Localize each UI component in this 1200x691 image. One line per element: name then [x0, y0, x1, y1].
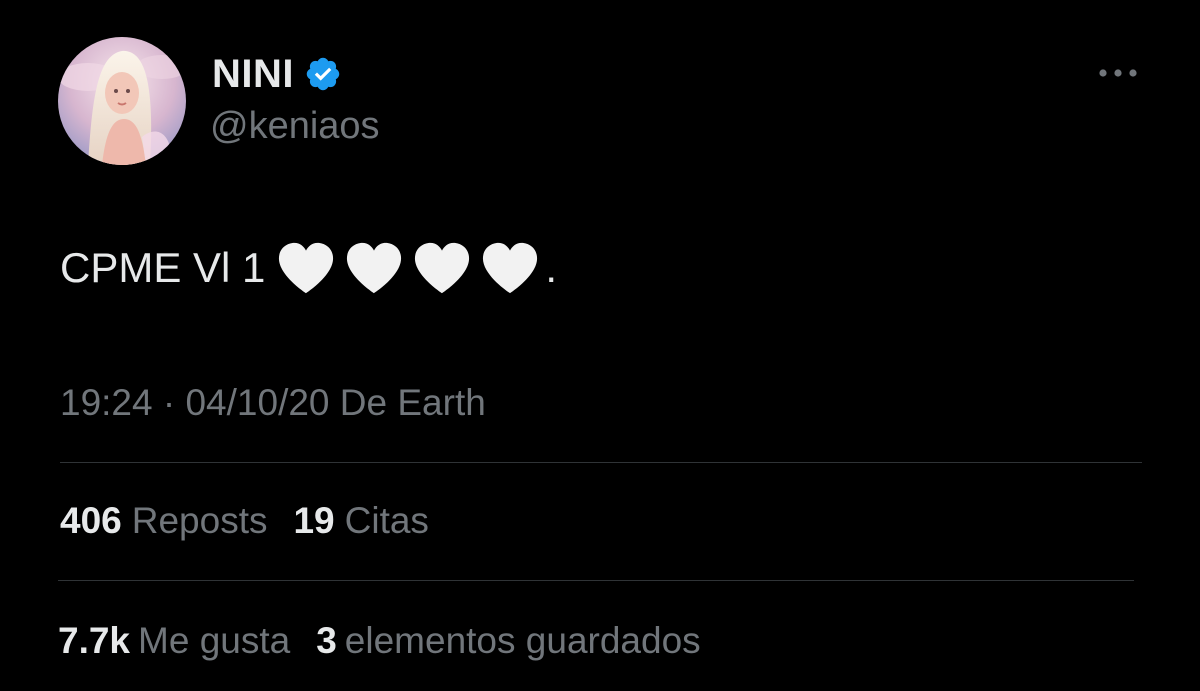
avatar[interactable] — [58, 37, 186, 165]
user-handle[interactable]: @keniaos — [210, 104, 380, 148]
likes-label: Me gusta — [138, 620, 291, 661]
reposts-count: 406 — [60, 500, 122, 541]
white-heart-emoji-icon — [483, 242, 538, 294]
tweet-text-content: CPME Vl 1 — [60, 244, 266, 291]
bookmarks-stat[interactable]: 3 elementos guardados — [316, 618, 700, 664]
divider — [58, 580, 1134, 581]
heart-emoji-group — [275, 239, 541, 297]
tweet-meta: 19:24 · 04/10/20 De Earth — [60, 380, 486, 426]
quotes-count: 19 — [293, 500, 335, 541]
stats-row-likes: 7.7k Me gusta 3 elementos guardados — [58, 618, 701, 664]
tweet-date[interactable]: 04/10/20 — [185, 382, 329, 423]
stats-row-reposts: 406 Reposts 19 Citas — [60, 498, 429, 544]
likes-count: 7.7k — [58, 620, 131, 661]
verified-badge-icon[interactable] — [304, 55, 342, 93]
reposts-label: Reposts — [131, 500, 268, 541]
reposts-stat[interactable]: 406 Reposts — [60, 498, 267, 544]
bookmarks-label: elementos guardados — [344, 620, 701, 661]
tweet-source: De Earth — [339, 382, 486, 423]
quotes-stat[interactable]: 19 Citas — [293, 498, 428, 544]
tweet-text: CPME Vl 1 . — [60, 238, 557, 298]
tweet-text-trailing: . — [545, 244, 558, 291]
tweet-time[interactable]: 19:24 — [60, 382, 153, 423]
white-heart-emoji-icon — [415, 242, 470, 294]
divider — [60, 462, 1142, 463]
bookmarks-count: 3 — [316, 620, 337, 661]
user-name-row: NINI — [212, 52, 342, 96]
meta-separator: · — [162, 382, 186, 423]
quotes-label: Citas — [344, 500, 429, 541]
more-options-icon[interactable] — [1094, 62, 1142, 84]
display-name[interactable]: NINI — [212, 52, 294, 96]
white-heart-emoji-icon — [347, 242, 402, 294]
white-heart-emoji-icon — [279, 242, 334, 294]
likes-stat[interactable]: 7.7k Me gusta — [58, 618, 290, 664]
